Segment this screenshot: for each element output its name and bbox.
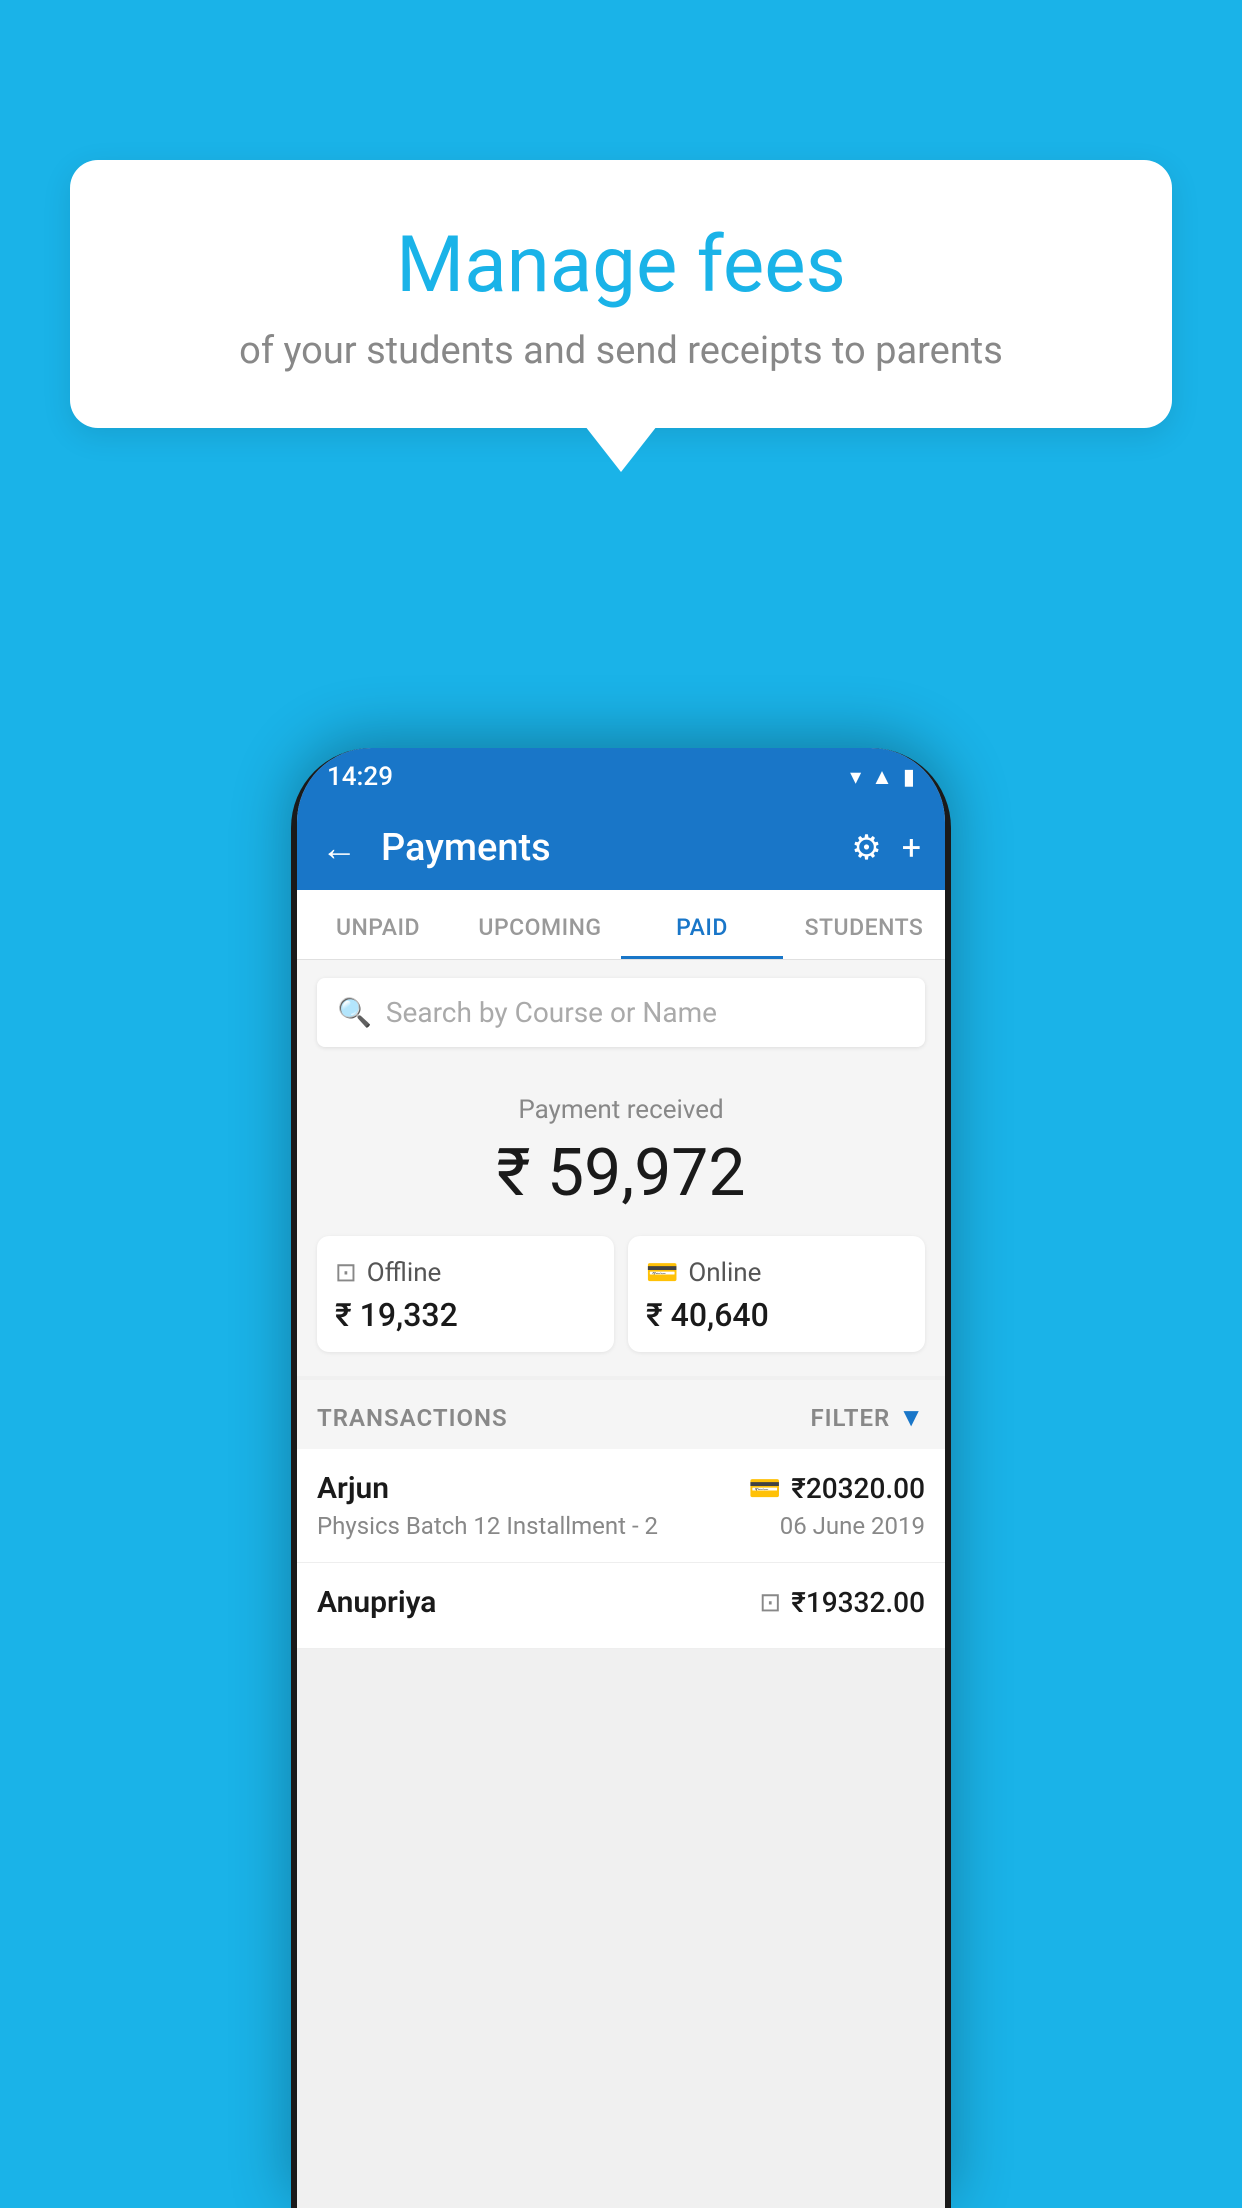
status-time: 14:29 <box>327 762 393 792</box>
transactions-label: TRANSACTIONS <box>317 1404 508 1432</box>
table-row[interactable]: Anupriya ⊡ ₹19332.00 <box>297 1563 945 1649</box>
signal-icon: ▲ <box>871 764 893 790</box>
online-card-header: 💳 Online <box>646 1258 761 1288</box>
transaction-amount-wrap: 💳 ₹20320.00 <box>749 1472 925 1505</box>
offline-label: Offline <box>367 1258 442 1288</box>
transaction-course: Physics Batch 12 Installment - 2 <box>317 1512 658 1540</box>
transactions-list: Arjun 💳 ₹20320.00 Physics Batch 12 Insta… <box>297 1449 945 1649</box>
transaction-name: Anupriya <box>317 1585 436 1620</box>
transaction-top-anupriya: Anupriya ⊡ ₹19332.00 <box>317 1585 925 1620</box>
header-action-icons: ⚙ + <box>851 828 921 868</box>
back-button[interactable]: ← <box>321 827 361 869</box>
phone-frame: 14:29 ▾ ▲ ▮ ← Payments ⚙ + UNPAID UPCOMI… <box>291 748 951 2208</box>
offline-payment-card: ⊡ Offline ₹ 19,332 <box>317 1236 614 1352</box>
offline-amount: ₹ 19,332 <box>335 1296 458 1334</box>
page-title: Payments <box>381 826 831 870</box>
status-bar: 14:29 ▾ ▲ ▮ <box>297 748 945 806</box>
online-amount: ₹ 40,640 <box>646 1296 769 1334</box>
transactions-header: TRANSACTIONS FILTER ▼ <box>297 1380 945 1449</box>
table-row[interactable]: Arjun 💳 ₹20320.00 Physics Batch 12 Insta… <box>297 1449 945 1563</box>
speech-bubble: Manage fees of your students and send re… <box>70 160 1172 428</box>
battery-icon: ▮ <box>903 765 915 790</box>
filter-button[interactable]: FILTER ▼ <box>810 1402 925 1433</box>
card-icon: 💳 <box>646 1258 678 1288</box>
offline-payment-icon: ⊡ <box>759 1588 781 1618</box>
transaction-bottom-arjun: Physics Batch 12 Installment - 2 06 June… <box>317 1512 925 1540</box>
transaction-date: 06 June 2019 <box>780 1512 925 1540</box>
filter-icon: ▼ <box>898 1402 925 1433</box>
tab-paid[interactable]: PAID <box>621 890 783 959</box>
wifi-icon: ▾ <box>850 765 861 790</box>
status-icons: ▾ ▲ ▮ <box>850 764 915 790</box>
payment-received-label: Payment received <box>317 1095 925 1125</box>
online-label: Online <box>688 1258 761 1288</box>
payment-summary: Payment received ₹ 59,972 ⊡ Offline ₹ 19… <box>297 1065 945 1376</box>
tabs-bar: UNPAID UPCOMING PAID STUDENTS <box>297 890 945 960</box>
transaction-top-arjun: Arjun 💳 ₹20320.00 <box>317 1471 925 1506</box>
filter-label: FILTER <box>810 1404 890 1432</box>
search-icon: 🔍 <box>337 996 372 1029</box>
transaction-amount: ₹20320.00 <box>791 1472 925 1505</box>
search-box[interactable]: 🔍 Search by Course or Name <box>317 978 925 1047</box>
transaction-amount: ₹19332.00 <box>791 1586 925 1619</box>
transaction-amount-wrap: ⊡ ₹19332.00 <box>759 1586 925 1619</box>
search-container: 🔍 Search by Course or Name <box>297 960 945 1065</box>
tab-unpaid[interactable]: UNPAID <box>297 890 459 959</box>
payment-total-amount: ₹ 59,972 <box>317 1135 925 1212</box>
search-input[interactable]: Search by Course or Name <box>386 996 717 1029</box>
add-icon[interactable]: + <box>902 828 921 868</box>
card-payment-icon: 💳 <box>749 1474 781 1504</box>
speech-bubble-subtitle: of your students and send receipts to pa… <box>120 329 1122 373</box>
offline-card-header: ⊡ Offline <box>335 1258 441 1288</box>
tab-upcoming[interactable]: UPCOMING <box>459 890 621 959</box>
offline-icon: ⊡ <box>335 1258 357 1288</box>
transaction-name: Arjun <box>317 1471 389 1506</box>
settings-icon[interactable]: ⚙ <box>851 828 881 868</box>
online-payment-card: 💳 Online ₹ 40,640 <box>628 1236 925 1352</box>
speech-bubble-title: Manage fees <box>120 220 1122 311</box>
app-header: ← Payments ⚙ + <box>297 806 945 890</box>
phone-screen: 14:29 ▾ ▲ ▮ ← Payments ⚙ + UNPAID UPCOMI… <box>297 748 945 2208</box>
payment-cards: ⊡ Offline ₹ 19,332 💳 Online ₹ 40,640 <box>317 1236 925 1352</box>
tab-students[interactable]: STUDENTS <box>783 890 945 959</box>
